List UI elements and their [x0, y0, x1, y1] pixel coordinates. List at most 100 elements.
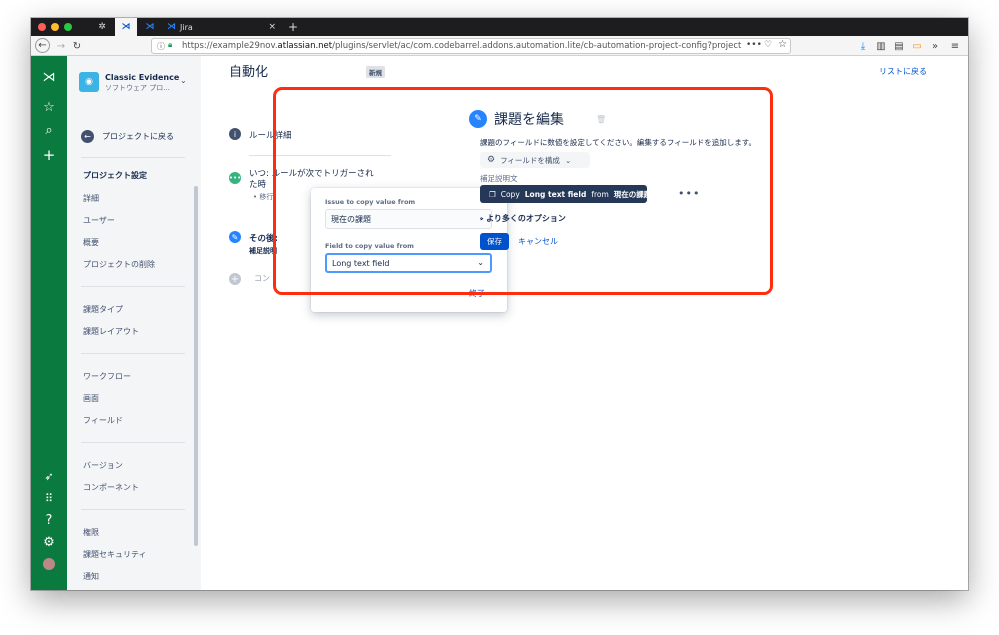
more-actions-icon[interactable]: •••: [746, 40, 762, 50]
menu-button[interactable]: ≡: [949, 39, 961, 53]
back-to-project-link[interactable]: ← プロジェクトに戻る: [81, 130, 174, 143]
star-icon[interactable]: ☆: [31, 100, 67, 115]
sidebar-item-issue-security[interactable]: 課題セキュリティ: [83, 549, 147, 560]
sidebar-button[interactable]: ▤: [893, 39, 905, 53]
back-to-project-label: プロジェクトに戻る: [102, 132, 174, 141]
trash-icon[interactable]: 🗑︎: [596, 115, 606, 124]
add-icon[interactable]: +: [229, 273, 241, 285]
avatar-icon[interactable]: [31, 558, 67, 570]
divider: [81, 353, 185, 354]
sidebar-item-permissions[interactable]: 権限: [83, 527, 99, 538]
url-bar[interactable]: ⓘ 🔒︎ https://example29nov.atlassian.net/…: [151, 38, 791, 54]
save-button[interactable]: 保存: [480, 233, 509, 250]
browser-window: ✲ ⋊ ⋊ ⋊ Jira × + ← → ↻ ⓘ 🔒︎ https://exam…: [31, 18, 968, 590]
pocket-icon[interactable]: ♡: [764, 40, 772, 50]
sidebar-item-summary[interactable]: 概要: [83, 237, 99, 248]
edit-issue-title: 課題を編集: [494, 112, 564, 128]
sidebar-item-issue-types[interactable]: 課題タイプ: [83, 304, 123, 315]
help-icon[interactable]: ?: [31, 513, 67, 528]
chevron-down-icon: ⌄: [477, 258, 484, 267]
jira-icon: ⋊: [167, 22, 176, 32]
sidebar-item-versions[interactable]: バージョン: [83, 460, 123, 471]
window-controls: [38, 23, 72, 31]
sidebar-item-screens[interactable]: 画面: [83, 393, 99, 404]
tab-strip: ✲ ⋊ ⋊ ⋊ Jira × +: [31, 18, 968, 36]
edit-issue-description: 課題のフィールドに数値を設定してください。編集するフィールドを追加します。: [480, 138, 756, 147]
library-icon: ▥: [876, 40, 886, 52]
jira-logo-icon[interactable]: ⋊: [31, 70, 67, 85]
url-path: /plugins/servlet/ac/com.codebarrel.addon…: [332, 41, 742, 51]
sidebar-item-issue-layout[interactable]: 課題レイアウト: [83, 326, 139, 337]
sidebar-item-notifications[interactable]: 通知: [83, 571, 99, 582]
sidebar-item-components[interactable]: コンポーネント: [83, 482, 139, 493]
field-source-label: Field to copy value from: [325, 242, 414, 250]
back-to-list-link[interactable]: リストに戻る: [879, 66, 927, 77]
divider: [81, 442, 185, 443]
tab-jira-active[interactable]: ⋊: [115, 18, 137, 36]
url-text: https://example29nov.atlassian.net/plugi…: [182, 41, 742, 51]
plus-icon[interactable]: +: [31, 146, 67, 164]
done-button[interactable]: 終了: [469, 288, 485, 299]
field-source-value: Long text field: [332, 259, 390, 268]
cancel-button[interactable]: キャンセル: [518, 236, 558, 247]
sidebar-icon: ▤: [894, 40, 904, 52]
chevron-down-icon: ⌄: [564, 155, 572, 165]
bookmark-star-icon[interactable]: ☆: [778, 39, 787, 50]
tab-settings[interactable]: ✲: [91, 18, 113, 36]
page-title: 自動化: [229, 65, 269, 80]
close-window-button[interactable]: [38, 23, 46, 31]
tab-jira-2[interactable]: ⋊: [139, 18, 161, 36]
sidebar-item-users[interactable]: ユーザー: [83, 215, 115, 226]
project-avatar[interactable]: ◉: [79, 72, 99, 92]
action-step-label[interactable]: その後:: [249, 232, 278, 244]
rocket-icon[interactable]: ➶: [31, 470, 67, 483]
settings-icon[interactable]: ⚙︎: [31, 535, 67, 550]
forward-button[interactable]: →: [55, 39, 67, 53]
reload-icon: ↻: [72, 40, 82, 52]
info-icon: i: [229, 128, 241, 140]
trigger-detail: • 移行: [253, 193, 274, 201]
url-prefix: https://example29nov.: [182, 41, 278, 51]
sidebar-item-details[interactable]: 詳細: [83, 193, 99, 204]
issue-source-value: 現在の課題: [331, 215, 371, 224]
project-type: ソフトウェア プロ...: [105, 84, 170, 92]
new-badge: 新規: [366, 66, 385, 78]
back-button[interactable]: ←: [35, 38, 50, 53]
tab-title: Jira: [180, 22, 193, 32]
maximize-window-button[interactable]: [64, 23, 72, 31]
copy-value-popup: Issue to copy value from 現在の課題 ⌄ Field t…: [311, 188, 507, 312]
apps-icon[interactable]: ⠿: [31, 492, 67, 505]
configure-fields-button[interactable]: ⚙︎ フィールドを構成 ⌄: [480, 152, 590, 168]
reload-button[interactable]: ↻: [71, 39, 83, 53]
sidebar-item-workflows[interactable]: ワークフロー: [83, 371, 131, 382]
overflow-button[interactable]: »: [929, 39, 941, 53]
pencil-icon: ✎: [229, 231, 241, 243]
divider: [249, 155, 391, 156]
arrow-left-icon: ←: [38, 40, 47, 51]
sidebar-scrollbar[interactable]: [194, 186, 198, 546]
copy-value-button[interactable]: ❐ Copy Long text field from 現在の課題: [480, 185, 651, 203]
new-tab-button[interactable]: +: [286, 18, 300, 36]
chevron-down-icon[interactable]: ⌄: [180, 76, 187, 85]
add-component-link[interactable]: コン: [254, 273, 270, 284]
nav-toolbar: ← → ↻ ⓘ 🔒︎ https://example29nov.atlassia…: [31, 36, 968, 56]
rule-details-step[interactable]: ルール詳細: [249, 129, 292, 141]
project-name[interactable]: Classic Evidence: [105, 73, 179, 82]
sidebar-item-fields[interactable]: フィールド: [83, 415, 123, 426]
search-icon[interactable]: ⌕: [31, 123, 67, 138]
issue-source-select[interactable]: 現在の課題 ⌄: [325, 209, 492, 229]
download-icon: ⤓: [860, 40, 866, 52]
field-source-select[interactable]: Long text field ⌄: [325, 253, 492, 273]
close-tab-icon[interactable]: ×: [268, 22, 276, 32]
arrow-left-icon: ←: [81, 130, 94, 143]
sidebar-item-delete-project[interactable]: プロジェクトの削除: [83, 259, 155, 270]
more-options-toggle[interactable]: › より多くのオプション: [480, 213, 566, 224]
divider: [81, 157, 185, 158]
downloads-button[interactable]: ⤓: [857, 39, 869, 53]
minimize-window-button[interactable]: [51, 23, 59, 31]
extension-button[interactable]: ▭: [911, 39, 923, 53]
library-button[interactable]: ▥: [875, 39, 887, 53]
gear-icon: ✲: [98, 22, 106, 32]
more-options-icon[interactable]: •••: [678, 187, 700, 200]
tab-jira[interactable]: ⋊ Jira ×: [162, 18, 282, 36]
